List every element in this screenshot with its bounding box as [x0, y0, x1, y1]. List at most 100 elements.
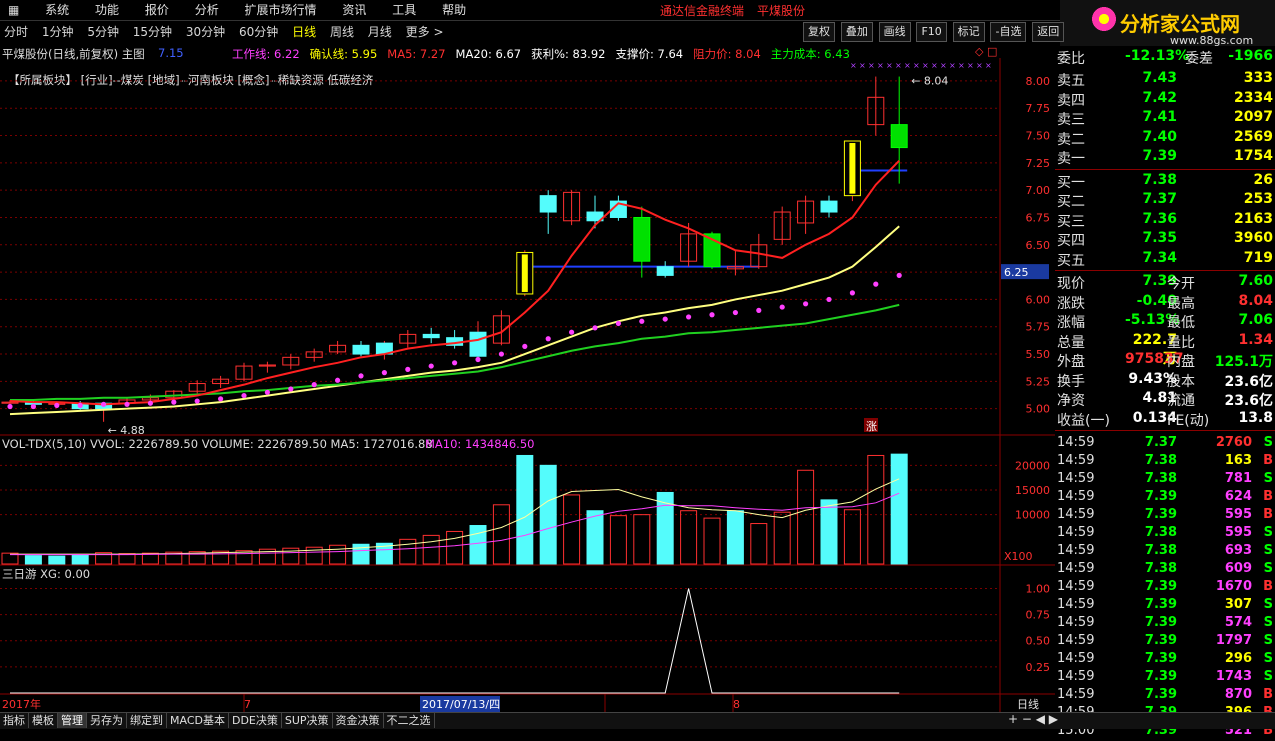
kline-chart[interactable]: 8.00 7.75 7.50 7.25 7.00 6.75 6.50 6.25 6.00 5.75…	[0, 58, 1055, 712]
indicator-tab[interactable]: SUP决策	[282, 713, 333, 728]
signal-marker-icon: ×	[859, 61, 866, 70]
tick-row: 14:59 7.38 609 S	[1055, 561, 1275, 579]
back-button[interactable]: 返回	[1032, 22, 1065, 42]
work-line-dot	[779, 304, 785, 310]
menu-item-help[interactable]: 帮助	[442, 0, 466, 20]
volume-bar	[867, 454, 885, 565]
work-line-dot	[101, 401, 107, 407]
tick-row: 14:59 7.38 163 B	[1055, 453, 1275, 471]
buy-level-label: 买五	[1057, 252, 1085, 269]
tick-time: 14:59	[1057, 615, 1095, 630]
period-30min[interactable]: 30分钟	[186, 22, 225, 42]
tick-time: 14:59	[1057, 435, 1095, 450]
work-line-dot	[241, 392, 247, 399]
remove-favorite-button[interactable]: -自选	[990, 22, 1027, 42]
period-weekly[interactable]: 周线	[330, 22, 354, 42]
zoom-controls[interactable]: + − ◀ ▶	[1008, 712, 1058, 726]
price-axis-label: 5.50	[1026, 348, 1051, 361]
work-line-dot	[826, 296, 832, 303]
buy-level-price: 7.34	[1142, 249, 1177, 266]
main-cost-line	[10, 303, 900, 401]
menu-item-extended-market[interactable]: 扩展市场行情	[245, 0, 317, 20]
indicator-tab[interactable]: 资金决策	[333, 713, 384, 728]
work-line-dot	[709, 312, 715, 318]
tick-time: 14:59	[1057, 651, 1095, 666]
period-60min[interactable]: 60分钟	[239, 22, 278, 42]
period-5min[interactable]: 5分钟	[87, 22, 119, 42]
tick-price: 7.39	[1144, 579, 1177, 594]
date-axis-month: 8	[733, 698, 740, 711]
candle-body-highlight	[849, 143, 856, 194]
tick-time: 14:59	[1057, 543, 1095, 558]
quote-label: 最高	[1167, 295, 1195, 312]
price-axis-label: 5.75	[1026, 321, 1051, 334]
tick-volume: 307	[1224, 597, 1252, 612]
period-monthly[interactable]: 月线	[368, 22, 392, 42]
stock-title: 平煤股份	[757, 4, 806, 18]
tick-time: 14:59	[1057, 525, 1095, 540]
tick-row: 14:59 7.39 870 B	[1055, 687, 1275, 705]
buy-level-price: 7.38	[1142, 171, 1177, 188]
tick-time: 14:59	[1057, 471, 1095, 486]
period-more[interactable]: 更多 >	[406, 22, 444, 42]
signal-marker-icon: ×	[868, 61, 875, 70]
overlay-button[interactable]: 叠加	[840, 22, 873, 42]
tick-row: 14:59 7.37 2760 S	[1055, 435, 1275, 453]
work-line-dot	[849, 290, 856, 296]
tick-price: 7.39	[1144, 633, 1177, 648]
f10-button[interactable]: F10	[916, 22, 947, 42]
order-diff-value: -1966	[1228, 48, 1273, 64]
indicator-tab[interactable]: 另存为	[87, 713, 127, 728]
quote-label: 最低	[1167, 315, 1195, 331]
buy-level-volume: 26	[1253, 171, 1273, 188]
tick-price: 7.37	[1144, 435, 1177, 450]
quote-label: 现价	[1057, 276, 1085, 292]
work-line-dot	[639, 318, 645, 324]
menu-item-quote[interactable]: 报价	[145, 0, 169, 20]
menu-item-function[interactable]: 功能	[95, 0, 119, 20]
adjust-button[interactable]: 复权	[803, 22, 835, 42]
sell-level-label: 卖五	[1057, 73, 1085, 89]
indicator-tab[interactable]: 不二之选	[384, 713, 435, 728]
tick-time: 14:59	[1057, 633, 1095, 648]
price-axis-label: 7.00	[1026, 184, 1051, 197]
volume-legend: VOL-TDX(5,10) VVOL: 2226789.50 VOLUME: 2…	[2, 437, 433, 451]
app-logo-icon[interactable]: ▦	[8, 0, 19, 20]
indicator-tab[interactable]: 管理	[58, 713, 87, 728]
draw-line-button[interactable]: 画线	[878, 22, 911, 42]
quote-value: 125.1万	[1214, 354, 1273, 370]
quote-label: 内盘	[1167, 354, 1195, 370]
period-15min[interactable]: 15分钟	[133, 22, 172, 42]
period-intraday[interactable]: 分时	[4, 22, 28, 42]
sell-level-label: 卖四	[1057, 92, 1085, 109]
chart-option-icons[interactable]: ◇ □	[975, 45, 997, 58]
sell-level-row: 卖二 7.40 2569	[1055, 129, 1275, 148]
quote-label: 外盘	[1057, 354, 1085, 370]
menu-item-analysis[interactable]: 分析	[195, 0, 219, 20]
candle-body	[656, 266, 674, 276]
tick-price: 7.38	[1144, 471, 1177, 486]
sell-level-price: 7.42	[1142, 89, 1177, 106]
indicator-tab[interactable]: 模板	[29, 713, 58, 728]
signal-marker-icon: ×	[922, 61, 929, 70]
mark-button[interactable]: 标记	[952, 22, 985, 42]
sell-level-price: 7.39	[1142, 148, 1177, 164]
menu-item-news[interactable]: 资讯	[342, 0, 366, 20]
work-line-dot	[686, 314, 692, 320]
indicator-tab[interactable]: MACD基本	[167, 713, 229, 728]
tick-volume: 2760	[1215, 435, 1252, 450]
tick-row: 14:59 7.39 296 S	[1055, 651, 1275, 669]
indicator-tab[interactable]: 绑定到	[127, 713, 167, 728]
period-daily[interactable]: 日线	[292, 22, 316, 42]
menu-item-system[interactable]: 系统	[45, 0, 69, 20]
indicator-tab[interactable]: DDE决策	[229, 713, 282, 728]
low-price-label: ← 4.88	[108, 424, 145, 437]
quote-value: 8.04	[1238, 292, 1273, 309]
period-1min[interactable]: 1分钟	[42, 22, 74, 42]
volume-bar	[633, 514, 651, 565]
menu-item-tools[interactable]: 工具	[392, 0, 416, 20]
work-line-dot	[803, 301, 809, 307]
price-axis-label: 6.00	[1026, 293, 1051, 306]
indicator-tab[interactable]: 指标	[0, 713, 29, 728]
sell-level-row: 卖一 7.39 1754	[1055, 148, 1275, 167]
